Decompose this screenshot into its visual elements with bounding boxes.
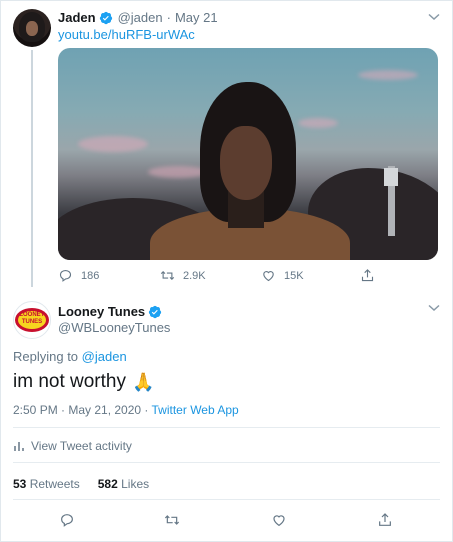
tweet-text: im not worthy 🙏 <box>13 371 154 393</box>
retweet-count: 2.9K <box>183 269 206 282</box>
like-button[interactable]: 15K <box>261 268 304 283</box>
chevron-down-icon[interactable] <box>428 304 440 312</box>
avatar[interactable]: LOONEY TUNES <box>13 301 51 339</box>
share-button[interactable] <box>360 268 383 283</box>
divider <box>13 499 440 500</box>
share-icon[interactable] <box>377 512 393 528</box>
author-name[interactable]: Looney Tunes <box>58 304 145 319</box>
author-name-row: Looney Tunes <box>58 304 162 319</box>
retweet-icon[interactable] <box>164 512 180 528</box>
tweet-header: Jaden @jaden · May 21 <box>58 10 218 25</box>
author-handle[interactable]: @jaden <box>118 10 163 25</box>
activity-label: View Tweet activity <box>31 439 132 453</box>
replying-label: Replying to <box>13 349 79 364</box>
view-tweet-activity[interactable]: View Tweet activity <box>13 439 132 453</box>
like-icon <box>263 271 274 282</box>
retweet-icon <box>160 270 175 281</box>
like-count: 15K <box>284 269 304 282</box>
share-icon <box>361 269 374 282</box>
bar-chart-icon <box>14 442 24 451</box>
source-app[interactable]: Twitter Web App <box>152 403 239 417</box>
reply-icon[interactable] <box>59 512 75 528</box>
tweet-stats: 53 Retweets 582 Likes <box>13 477 167 491</box>
avatar[interactable] <box>13 9 51 47</box>
tweet-date[interactable]: May 21 <box>175 10 218 25</box>
replying-mention[interactable]: @jaden <box>82 349 127 364</box>
tweet-actions: 186 2.9K 15K <box>58 268 388 286</box>
separator-dot: · <box>166 10 171 25</box>
replying-to: Replying to @jaden <box>13 349 127 364</box>
timestamp-text[interactable]: 2:50 PM · May 21, 2020 · <box>13 403 152 417</box>
tweet-body: im not worthy <box>13 371 126 392</box>
verified-icon <box>99 11 112 24</box>
tweet-actions <box>0 512 453 530</box>
reply-count: 186 <box>81 269 100 282</box>
reply-icon <box>59 269 72 282</box>
tweet-timestamp: 2:50 PM · May 21, 2020 · Twitter Web App <box>13 403 239 417</box>
divider <box>13 462 440 463</box>
like-icon[interactable] <box>271 512 287 528</box>
likes-stat[interactable]: 582 Likes <box>98 477 149 491</box>
retweet-button[interactable]: 2.9K <box>160 268 206 283</box>
author-name[interactable]: Jaden <box>58 10 96 25</box>
tweet-link[interactable]: youtu.be/huRFB-urWAc <box>58 27 195 42</box>
thread-line <box>31 50 33 287</box>
folded-hands-emoji: 🙏 <box>131 372 155 392</box>
retweets-stat[interactable]: 53 Retweets <box>13 477 80 491</box>
author-handle[interactable]: @WBLooneyTunes <box>58 320 170 335</box>
chevron-down-icon[interactable] <box>428 13 440 21</box>
verified-icon <box>149 305 162 318</box>
divider <box>13 427 440 428</box>
video-thumbnail[interactable] <box>58 48 438 260</box>
reply-button[interactable]: 186 <box>58 268 99 283</box>
